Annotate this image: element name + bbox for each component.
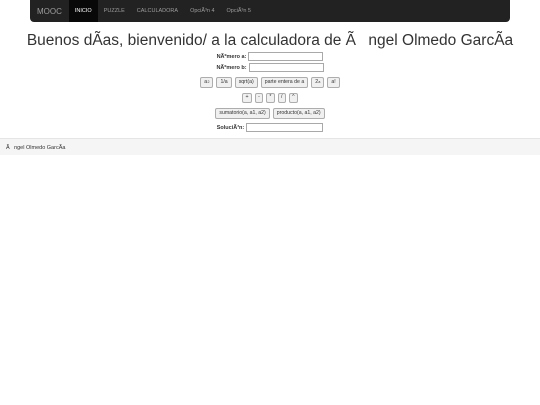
solution-label: SoluciÃ³n:: [216, 124, 245, 131]
brand-link[interactable]: MOOC: [30, 0, 69, 22]
solution-output[interactable]: [246, 123, 324, 132]
page-title: Buenos dÃas, bienvenido/ a la calculador…: [26, 32, 514, 49]
sqrt-button[interactable]: sqrt(a): [234, 77, 258, 88]
power-of-two-button[interactable]: 2a: [311, 77, 325, 88]
nav-item-opcion-5[interactable]: OpciÃ³n 5: [221, 0, 257, 22]
unary-buttons-row: a2 1/a sqrt(a) parte entera de a 2a a!: [0, 77, 540, 88]
sum-button[interactable]: sumatorio(a, a1, a2): [215, 108, 270, 119]
navbar: MOOC INICIO PUZZLE CALCULADORA OpciÃ³n 4…: [30, 0, 510, 22]
input-b-row: NÃºmero b:: [0, 63, 540, 72]
square-button[interactable]: a2: [200, 77, 214, 88]
number-a-label: NÃºmero a:: [216, 53, 247, 60]
list-buttons-row: sumatorio(a, a1, a2) producto(a, a1, a2): [0, 108, 540, 119]
number-a-input[interactable]: [248, 52, 324, 61]
footer-text: Ãngel Olmedo GarcÃa: [6, 144, 66, 151]
nav-item-opcion-4[interactable]: OpciÃ³n 4: [184, 0, 220, 22]
power-button[interactable]: ^: [288, 93, 299, 103]
add-button[interactable]: +: [241, 93, 252, 103]
binary-buttons-row: + - * / ^: [0, 93, 540, 103]
power-of-two-exp: a: [318, 79, 321, 84]
nav-item-calculadora[interactable]: CALCULADORA: [131, 0, 184, 22]
integer-part-button[interactable]: parte entera de a: [260, 77, 309, 88]
solution-row: SoluciÃ³n:: [0, 123, 540, 132]
number-b-input[interactable]: [248, 63, 324, 72]
multiply-button[interactable]: *: [265, 93, 275, 103]
input-a-row: NÃºmero a:: [0, 52, 540, 61]
product-button[interactable]: producto(a, a1, a2): [272, 108, 325, 119]
nav-item-puzzle[interactable]: PUZZLE: [98, 0, 131, 22]
inverse-button[interactable]: 1/a: [216, 77, 232, 88]
footer: Ãngel Olmedo GarcÃa: [0, 138, 540, 155]
nav-item-inicio[interactable]: INICIO: [68, 0, 98, 22]
divide-button[interactable]: /: [277, 93, 286, 103]
number-b-label: NÃºmero b:: [216, 64, 247, 71]
subtract-button[interactable]: -: [254, 93, 264, 103]
factorial-button[interactable]: a!: [327, 77, 340, 88]
square-button-exp: 2: [207, 79, 210, 84]
